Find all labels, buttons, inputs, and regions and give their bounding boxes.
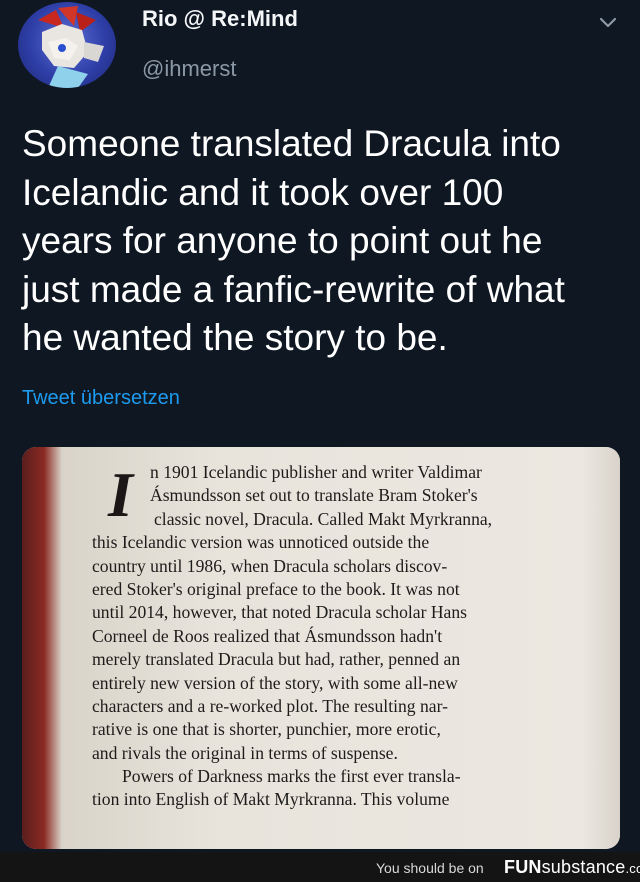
book-line: Ásmundsson set out to translate Bram Sto… bbox=[150, 485, 478, 506]
book-line: until 2014, however, that noted Dracula … bbox=[92, 602, 468, 623]
book-line: rative is one that is shorter, punchier,… bbox=[92, 719, 441, 740]
display-name[interactable]: Rio @ Re:Mind bbox=[142, 6, 298, 32]
book-line: tion into English of Makt Myrkranna. Thi… bbox=[92, 789, 450, 810]
tweet-text-line: Icelandic and it took over 100 bbox=[22, 171, 504, 213]
brand-bold: FUN bbox=[504, 857, 542, 877]
translate-tweet-link[interactable]: Tweet übersetzen bbox=[22, 387, 180, 410]
tweet-text-line: just made a fanfic-rewrite of what bbox=[22, 268, 565, 310]
chevron-down-icon[interactable] bbox=[596, 14, 620, 32]
book-line: entirely new version of the story, with … bbox=[92, 672, 458, 693]
book-line: this Icelandic version was unnoticed out… bbox=[92, 532, 430, 553]
book-line: Corneel de Roos realized that Ásmundsson… bbox=[92, 625, 443, 646]
funsubstance-brand[interactable]: FUNsubstance.com bbox=[504, 857, 640, 878]
brand-suffix: .com bbox=[625, 861, 640, 876]
book-line: classic novel, Dracula. Called Makt Myrk… bbox=[154, 508, 493, 529]
tweet-card: Rio @ Re:Mind @ihmerst Someone translate… bbox=[0, 0, 640, 852]
tweet-text-line: years for anyone to point out he bbox=[22, 220, 543, 261]
book-line: country until 1986, when Dracula scholar… bbox=[92, 555, 448, 576]
book-line: merely translated Dracula but had, rathe… bbox=[92, 649, 461, 670]
tweet-text-line: he wanted the story to be. bbox=[22, 317, 448, 358]
user-handle[interactable]: @ihmerst bbox=[142, 56, 236, 82]
book-line: and rivals the original in terms of susp… bbox=[92, 742, 398, 763]
avatar-image bbox=[38, 6, 104, 88]
avatar[interactable] bbox=[18, 2, 116, 88]
book-page-text: n 1901 Icelandic publisher and writer Va… bbox=[92, 461, 614, 812]
brand-rest: substance bbox=[541, 857, 626, 877]
book-line: ered Stoker's original preface to the bo… bbox=[92, 578, 460, 599]
footer-prefix: You should be on bbox=[376, 860, 484, 876]
tweet-text-line: Someone translated Dracula into bbox=[22, 123, 561, 164]
book-line: characters and a re-worked plot. The res… bbox=[92, 695, 448, 716]
book-line: Powers of Darkness marks the first ever … bbox=[122, 766, 461, 787]
book-line: n 1901 Icelandic publisher and writer Va… bbox=[150, 462, 482, 482]
watermark-footer: You should be on FUNsubstance.com bbox=[0, 852, 640, 882]
attached-photo[interactable]: I n 1901 Icelandic publisher and writer … bbox=[22, 447, 620, 849]
tweet-text: Someone translated Dracula into Icelandi… bbox=[22, 120, 622, 363]
